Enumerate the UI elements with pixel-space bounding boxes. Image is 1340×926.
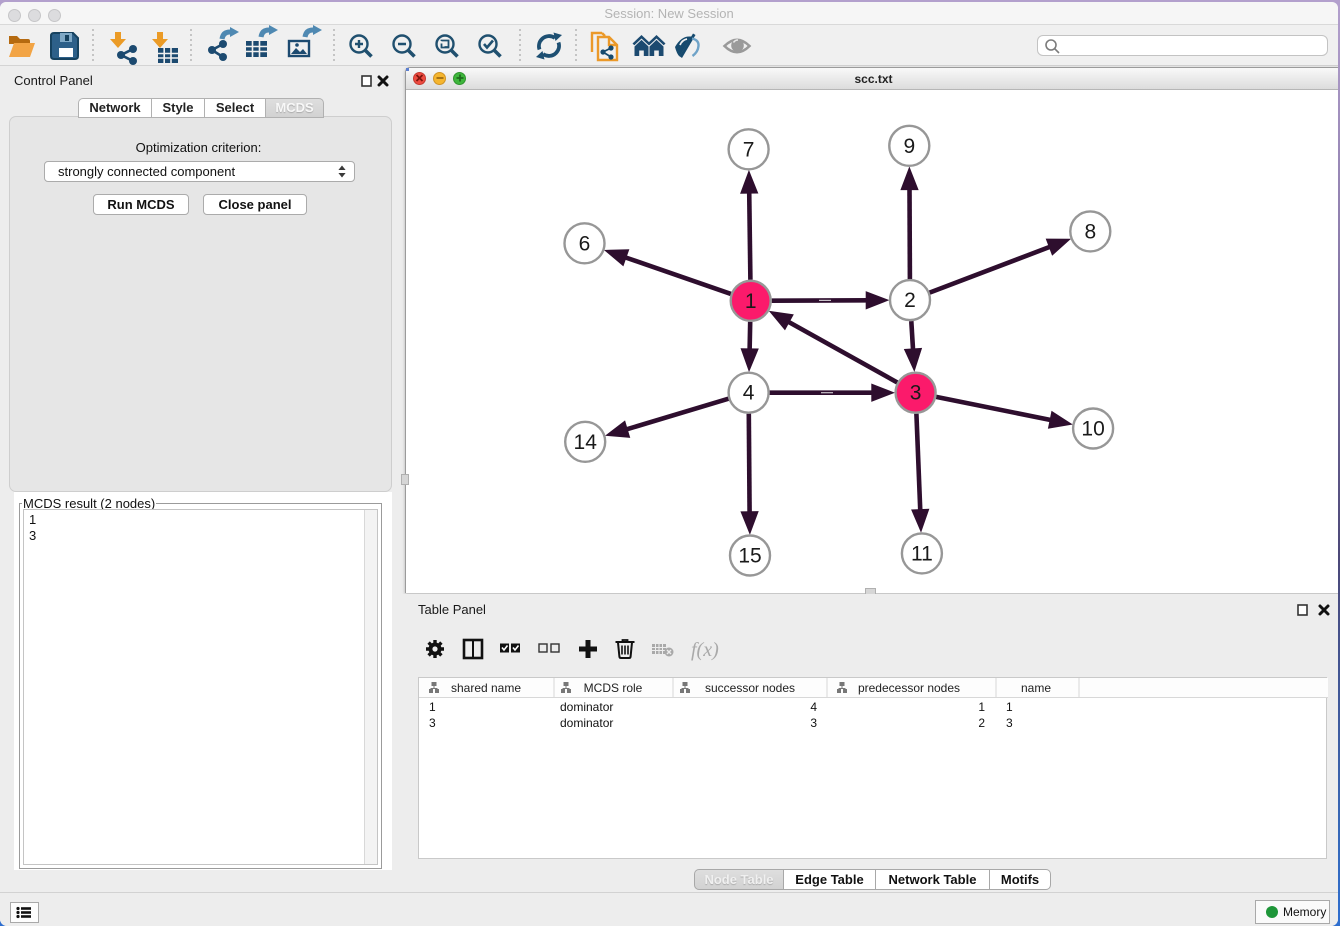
svg-text:10: 10: [1081, 418, 1104, 441]
svg-text:7: 7: [743, 138, 755, 161]
svg-text:8: 8: [1084, 220, 1096, 243]
svg-text:6: 6: [579, 232, 591, 255]
svg-text:11: 11: [911, 542, 933, 565]
svg-text:9: 9: [903, 135, 915, 158]
svg-text:3: 3: [910, 382, 922, 405]
svg-text:MCDS role: MCDS role: [584, 681, 643, 695]
svg-text:f(x): f(x): [691, 639, 719, 661]
svg-text:14: 14: [574, 431, 598, 454]
svg-text:predecessor nodes: predecessor nodes: [858, 681, 960, 695]
svg-text:name: name: [1021, 681, 1051, 695]
svg-text:1: 1: [745, 290, 757, 313]
svg-text:successor nodes: successor nodes: [705, 681, 795, 695]
svg-text:4: 4: [743, 382, 755, 405]
svg-text:15: 15: [738, 545, 761, 568]
svg-text:shared name: shared name: [451, 681, 521, 695]
svg-text:2: 2: [904, 289, 916, 312]
